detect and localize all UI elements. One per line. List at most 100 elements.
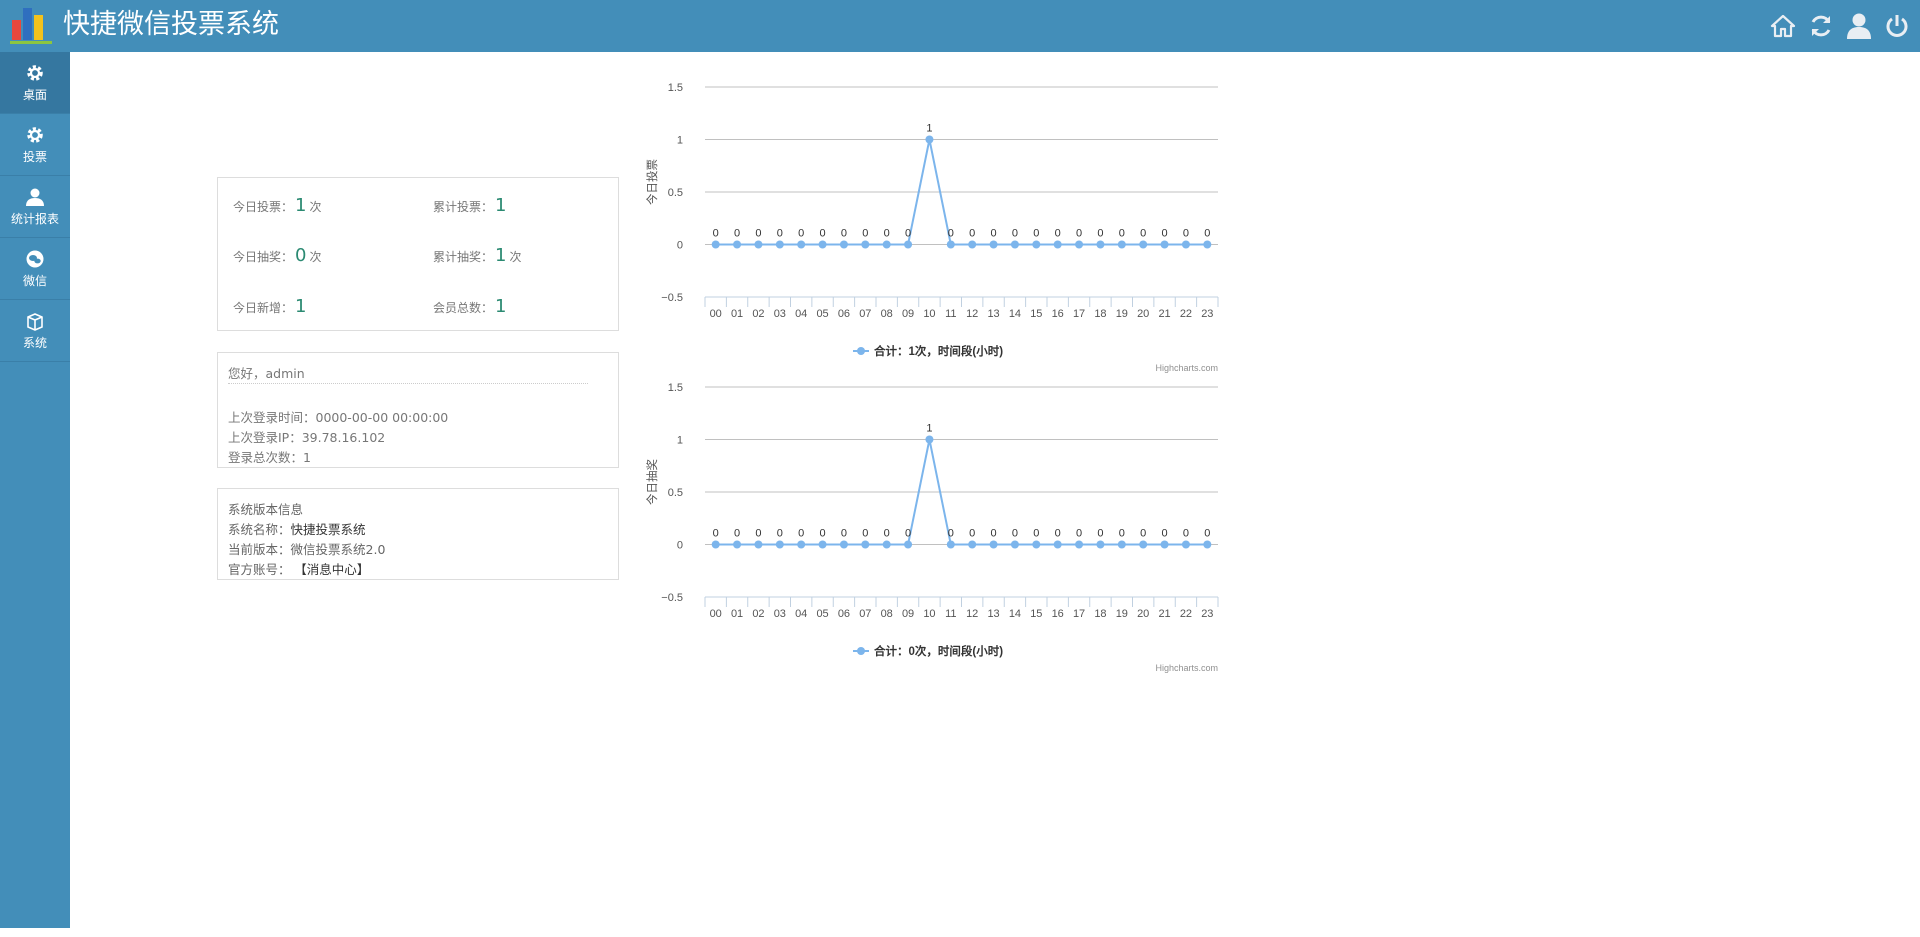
data-label: 0 xyxy=(1012,528,1018,540)
data-label: 1 xyxy=(926,123,932,135)
sidebar-item-label: 统计报表 xyxy=(10,212,59,226)
sidebar-item-vote[interactable]: 投票 xyxy=(0,114,70,176)
x-tick-label: 07 xyxy=(859,308,871,320)
data-label: 0 xyxy=(1119,528,1125,540)
data-point xyxy=(1117,240,1126,249)
data-label: 0 xyxy=(862,528,868,540)
user-icon[interactable] xyxy=(1846,12,1872,40)
data-label: 0 xyxy=(1076,228,1082,240)
x-tick-label: 20 xyxy=(1137,308,1149,320)
x-tick-label: 19 xyxy=(1116,608,1128,620)
data-label: 0 xyxy=(991,228,997,240)
data-point xyxy=(711,240,720,249)
stat-today-votes: 今日投票： 1 次 xyxy=(233,195,322,216)
data-point xyxy=(989,240,998,249)
sidebar-item-label: 微信 xyxy=(22,274,47,288)
data-point xyxy=(968,240,977,249)
data-label: 0 xyxy=(884,528,890,540)
data-point xyxy=(1160,540,1169,549)
data-label: 0 xyxy=(969,528,975,540)
data-label: 0 xyxy=(948,528,954,540)
refresh-icon[interactable] xyxy=(1808,12,1834,40)
data-point xyxy=(946,240,955,249)
data-point xyxy=(1160,240,1169,249)
last-login-time: 上次登录时间：0000-00-00 00:00:00 xyxy=(228,410,449,425)
data-point xyxy=(968,540,977,549)
x-tick-label: 08 xyxy=(881,608,893,620)
app-title: 快捷微信投票系统 xyxy=(63,9,279,40)
data-label: 0 xyxy=(1033,528,1039,540)
x-tick-label: 01 xyxy=(731,608,743,620)
x-tick-label: 09 xyxy=(902,308,914,320)
x-tick-label: 21 xyxy=(1158,308,1170,320)
data-point xyxy=(733,240,742,249)
sidebar-item-reports[interactable]: 统计报表 xyxy=(0,176,70,238)
y-tick-label: 1 xyxy=(677,435,683,447)
x-tick-label: 09 xyxy=(902,608,914,620)
x-tick-label: 10 xyxy=(923,308,935,320)
x-tick-label: 13 xyxy=(987,308,999,320)
sidebar-item-label: 系统 xyxy=(22,336,47,350)
official-account: 官方账号： 【消息中心】 xyxy=(228,562,370,577)
data-label: 0 xyxy=(1204,528,1210,540)
y-tick-label: 0 xyxy=(677,540,683,552)
x-tick-label: 01 xyxy=(731,308,743,320)
data-label: 0 xyxy=(713,528,719,540)
y-tick-label: 1.5 xyxy=(668,382,683,394)
x-tick-label: 02 xyxy=(752,608,764,620)
data-point xyxy=(1203,540,1212,549)
greeting: 您好，admin xyxy=(228,366,305,381)
data-label: 0 xyxy=(820,228,826,240)
x-tick-label: 14 xyxy=(1009,608,1021,620)
lottery-chart: 1.5 1 0.5 0 −0.5 00 01 02 03 04 05 06 07 08 09 10 11 12 13… xyxy=(640,370,1230,673)
system-name: 系统名称：快捷投票系统 xyxy=(228,522,366,537)
sidebar-item-desktop[interactable]: 桌面 xyxy=(0,52,70,114)
logo-icon xyxy=(10,8,52,44)
data-point xyxy=(946,540,955,549)
data-label: 0 xyxy=(905,528,911,540)
data-point xyxy=(1075,540,1084,549)
home-icon[interactable] xyxy=(1770,12,1796,40)
y-tick-label: 1 xyxy=(677,135,683,147)
data-point xyxy=(754,540,763,549)
data-label: 0 xyxy=(755,528,761,540)
data-point xyxy=(1075,240,1084,249)
data-label: 0 xyxy=(777,228,783,240)
data-label: 0 xyxy=(841,228,847,240)
data-label: 0 xyxy=(1204,228,1210,240)
login-count: 登录总次数：1 xyxy=(228,450,311,465)
x-tick-label: 07 xyxy=(859,608,871,620)
legend-label: 合计：1次，时间段(小时) xyxy=(874,344,1003,358)
data-label: 0 xyxy=(1140,228,1146,240)
data-label: 0 xyxy=(1119,228,1125,240)
x-tick-label: 14 xyxy=(1009,308,1021,320)
x-tick-label: 18 xyxy=(1094,608,1106,620)
data-label: 0 xyxy=(1140,528,1146,540)
sidebar-item-system[interactable]: 系统 xyxy=(0,300,70,362)
divider xyxy=(228,383,588,384)
x-tick-label: 17 xyxy=(1073,608,1085,620)
x-tick-label: 15 xyxy=(1030,608,1042,620)
x-tick-label: 22 xyxy=(1180,608,1192,620)
sidebar: 桌面 投票 统计报表 微信 系统 xyxy=(0,52,70,928)
x-tick-label: 15 xyxy=(1030,308,1042,320)
data-point xyxy=(1117,540,1126,549)
power-icon[interactable] xyxy=(1884,12,1910,40)
data-point xyxy=(861,240,870,249)
x-tick-label: 20 xyxy=(1137,608,1149,620)
data-point xyxy=(797,540,806,549)
data-point xyxy=(1181,540,1190,549)
data-point xyxy=(1096,540,1105,549)
data-label: 1 xyxy=(926,423,932,435)
data-label: 0 xyxy=(1183,228,1189,240)
data-point xyxy=(733,540,742,549)
sidebar-item-wechat[interactable]: 微信 xyxy=(0,238,70,300)
x-tick-label: 02 xyxy=(752,308,764,320)
stats-panel: 今日投票： 1 次 累计投票： 1 今日抽奖： 0 次 累计抽奖： 1 次 今日新增： 1 会员… xyxy=(217,177,619,331)
x-tick-label: 11 xyxy=(945,308,956,320)
data-point xyxy=(711,540,720,549)
data-point xyxy=(882,540,891,549)
data-point xyxy=(1032,240,1041,249)
x-tick-label: 12 xyxy=(966,308,978,320)
data-label: 0 xyxy=(991,528,997,540)
